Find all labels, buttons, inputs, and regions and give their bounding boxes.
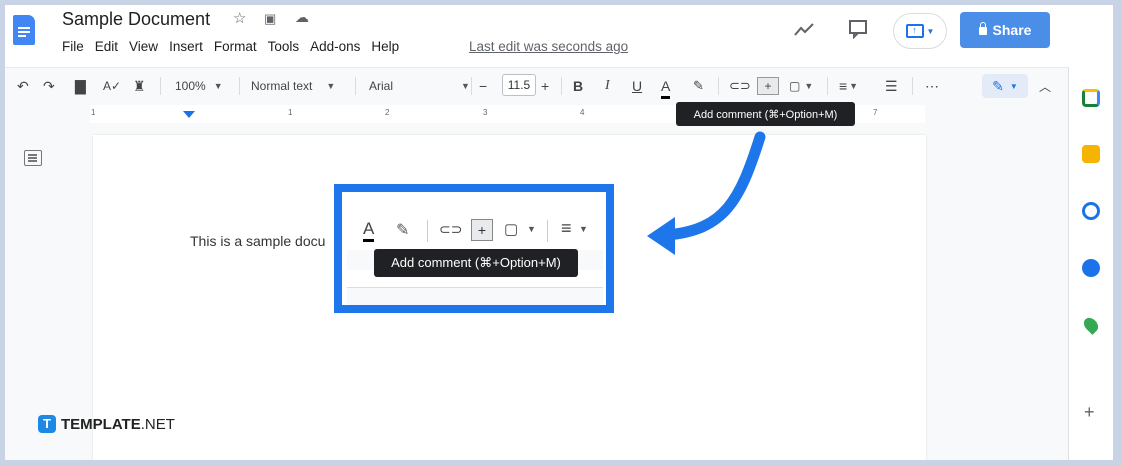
pointer-arrow (647, 131, 766, 255)
app-window: Sample Document ☆ ▣ ☁ File Edit View Ins… (5, 5, 1113, 460)
template-net-logo: T TEMPLATE .NET (38, 415, 175, 433)
